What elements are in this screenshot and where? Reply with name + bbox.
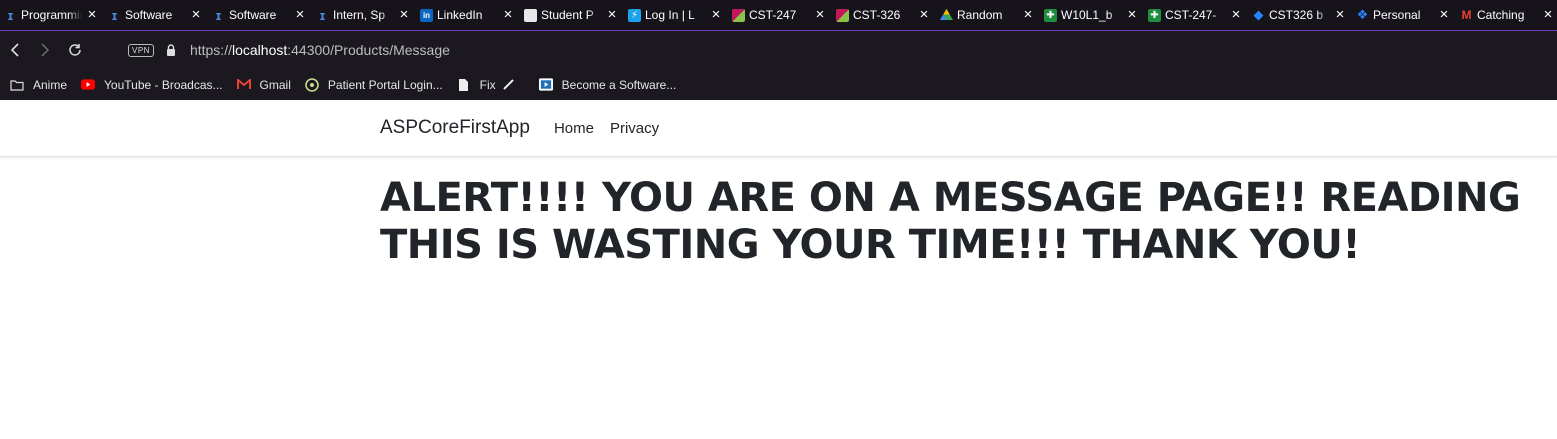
browser-tab[interactable]: ◆ CST326 b × — [1248, 0, 1352, 31]
lightning-icon: ⚡ — [628, 8, 641, 22]
bookmark-label: Fix — [479, 77, 496, 92]
url-field[interactable]: https://localhost:44300/Products/Message — [190, 42, 450, 58]
bookmark-label: YouTube - Broadcas... — [104, 77, 223, 92]
sheets-icon: ✚ — [1044, 8, 1057, 22]
app-navbar: ASPCoreFirstApp Home Privacy — [0, 100, 1557, 157]
jira-icon: ❖ — [1356, 7, 1369, 22]
tab-title: Catching — [1477, 8, 1525, 22]
nav-home[interactable]: Home — [554, 120, 594, 137]
close-icon[interactable]: × — [1230, 7, 1242, 22]
browser-tab[interactable]: Random × — [936, 0, 1040, 31]
close-icon[interactable]: × — [294, 7, 306, 22]
gmail-icon — [236, 78, 251, 92]
portal-icon — [305, 77, 319, 92]
tab-title: Software — [125, 8, 173, 22]
browser-tab[interactable]: ɪ Programming × — [0, 0, 104, 31]
grid-icon — [836, 8, 849, 22]
close-icon[interactable]: × — [918, 7, 930, 22]
tab-title: CST-247 — [749, 8, 797, 22]
url-host: localhost — [231, 42, 288, 58]
browser-chrome: ɪ Programming × ɪ Software × ɪ Software … — [0, 0, 1557, 100]
bookmark-patient-portal[interactable]: Patient Portal Login... — [305, 78, 443, 92]
tab-title: Intern, Sp — [333, 8, 386, 22]
close-icon[interactable]: × — [1542, 7, 1554, 22]
tab-title: CST326 b — [1269, 8, 1324, 22]
sheets-icon: ✚ — [1148, 8, 1161, 22]
youtube-icon — [81, 78, 96, 92]
info-icon: ɪ — [319, 7, 326, 23]
vpn-badge[interactable]: VPN — [128, 43, 154, 57]
main-content: ALERT!!!! YOU ARE ON A MESSAGE PAGE!! RE… — [380, 175, 1530, 269]
linkedin-icon: in — [420, 8, 433, 22]
url-scheme: https:// — [189, 42, 232, 58]
browser-tab[interactable]: Student P × — [520, 0, 624, 31]
tab-title: Programming — [21, 8, 82, 22]
browser-tab[interactable]: CST-326 × — [832, 0, 936, 31]
bookmark-anime[interactable]: Anime — [10, 78, 67, 92]
close-icon[interactable]: × — [710, 7, 722, 22]
browser-tab[interactable]: ɪ Intern, Sp × — [312, 0, 416, 31]
tab-title: W10L1_b — [1061, 8, 1113, 22]
video-icon — [538, 78, 553, 92]
close-icon[interactable]: × — [502, 7, 514, 22]
bookmark-pen[interactable] — [502, 78, 525, 92]
bookmark-label: Gmail — [259, 77, 291, 92]
reload-icon[interactable] — [60, 35, 90, 65]
close-icon[interactable]: × — [398, 7, 410, 22]
browser-tab[interactable]: ✚ W10L1_b × — [1040, 0, 1144, 31]
tab-title: Personal — [1373, 8, 1421, 22]
close-icon[interactable]: × — [1438, 7, 1450, 22]
address-bar: VPN https://localhost:44300/Products/Mes… — [0, 31, 1557, 69]
info-icon: ɪ — [7, 7, 14, 23]
bookmark-label: Patient Portal Login... — [327, 77, 443, 92]
back-icon[interactable] — [0, 35, 30, 65]
drive-icon — [940, 9, 953, 22]
url-path: :44300/Products/Message — [287, 42, 450, 58]
jira-icon: ◆ — [1253, 7, 1264, 22]
browser-tab[interactable]: in LinkedIn × — [416, 0, 520, 31]
bookmarks-bar: Anime YouTube - Broadcas... Gmail Patien… — [0, 69, 1557, 100]
page-heading: ALERT!!!! YOU ARE ON A MESSAGE PAGE!! RE… — [380, 175, 1521, 268]
browser-tab[interactable]: ⚡ Log In | L × — [624, 0, 728, 31]
app-brand[interactable]: ASPCoreFirstApp — [380, 117, 530, 139]
browser-tab[interactable]: ✚ CST-247- × — [1144, 0, 1248, 31]
document-icon — [457, 78, 471, 92]
bookmark-become-software[interactable]: Become a Software... — [538, 77, 677, 92]
browser-tab[interactable]: ɪ Software × — [208, 0, 312, 31]
close-icon[interactable]: × — [606, 7, 618, 22]
nav-privacy[interactable]: Privacy — [610, 120, 659, 137]
bookmark-fix[interactable]: Fix — [457, 78, 496, 92]
lock-icon[interactable] — [164, 43, 178, 57]
tab-title: Random — [957, 8, 1003, 22]
tab-title: Student P — [541, 8, 594, 22]
close-icon[interactable]: × — [814, 7, 826, 22]
close-icon[interactable]: × — [86, 7, 98, 22]
tab-title: Log In | L — [645, 8, 695, 22]
info-icon: ɪ — [111, 7, 118, 23]
browser-tab[interactable]: CST-247 × — [728, 0, 832, 31]
close-icon[interactable]: × — [1022, 7, 1034, 22]
browser-tab[interactable]: M Catching × — [1456, 0, 1557, 31]
gmail-icon: M — [1461, 8, 1472, 22]
tab-title: LinkedIn — [437, 8, 483, 22]
browser-tab[interactable]: ❖ Personal × — [1352, 0, 1456, 31]
tab-title: Software — [229, 8, 277, 22]
bookmark-youtube[interactable]: YouTube - Broadcas... — [81, 78, 223, 92]
document-icon — [524, 8, 537, 22]
info-icon: ɪ — [215, 7, 222, 23]
tab-title: CST-247- — [1165, 8, 1217, 22]
folder-icon — [10, 78, 24, 92]
close-icon[interactable]: × — [1334, 7, 1346, 22]
forward-icon[interactable] — [30, 35, 60, 65]
pen-icon — [502, 78, 516, 92]
close-icon[interactable]: × — [1126, 7, 1138, 22]
close-icon[interactable]: × — [190, 7, 202, 22]
grid-icon — [732, 8, 745, 22]
browser-tab[interactable]: ɪ Software × — [104, 0, 208, 31]
bookmark-label: Become a Software... — [561, 77, 677, 92]
bookmark-label: Anime — [33, 77, 68, 92]
tab-title: CST-326 — [853, 8, 901, 22]
bookmark-gmail[interactable]: Gmail — [236, 77, 291, 92]
tab-strip: ɪ Programming × ɪ Software × ɪ Software … — [0, 0, 1557, 31]
